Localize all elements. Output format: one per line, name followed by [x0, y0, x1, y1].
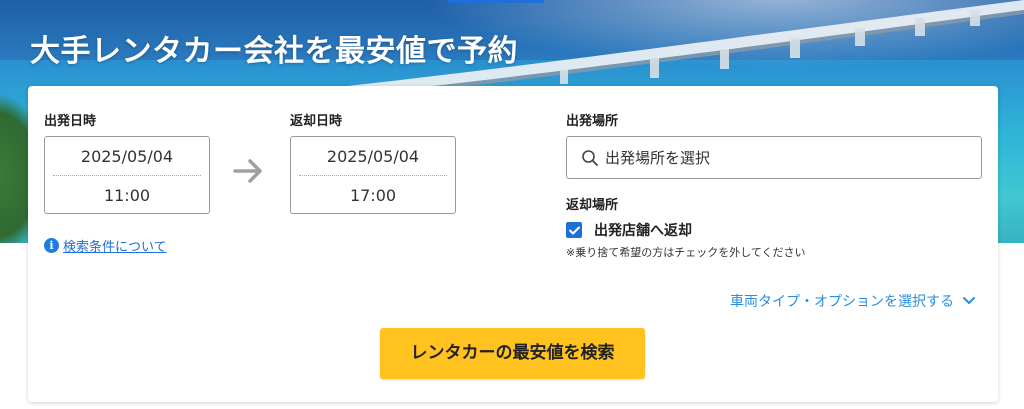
datetime-divider: [53, 175, 201, 176]
return-same-store-option[interactable]: 出発店舗へ返却: [566, 220, 692, 240]
search-conditions-link-text[interactable]: 検索条件について: [63, 236, 167, 255]
departure-datetime-field[interactable]: 2025/05/04 11:00: [44, 136, 210, 214]
datetime-divider: [299, 175, 447, 176]
chevron-down-icon: [963, 297, 975, 304]
info-icon: i: [44, 238, 59, 253]
search-lowest-price-button[interactable]: レンタカーの最安値を検索: [380, 328, 645, 379]
return-datetime-field[interactable]: 2025/05/04 17:00: [290, 136, 456, 214]
return-same-store-checkbox[interactable]: [566, 222, 582, 238]
pickup-label: 出発場所: [566, 114, 619, 129]
arrow-right-icon: [233, 159, 262, 183]
return-same-store-label[interactable]: 出発店舗へ返却: [594, 220, 692, 240]
check-icon: [568, 226, 580, 234]
departure-time[interactable]: 11:00: [45, 186, 209, 205]
search-card: 出発日時 2025/05/04 11:00 返却日時 2025/05/04 17…: [28, 86, 998, 402]
vehicle-options-toggle[interactable]: 車両タイプ・オプションを選択する: [730, 291, 976, 311]
pickup-location-input[interactable]: 出発場所を選択: [566, 136, 982, 179]
dropoff-label: 返却場所: [566, 198, 619, 213]
search-conditions-link[interactable]: i 検索条件について: [44, 236, 167, 255]
departure-label: 出発日時: [44, 114, 97, 129]
return-date[interactable]: 2025/05/04: [291, 147, 455, 166]
top-accent-bar: [448, 0, 544, 3]
pickup-location-placeholder: 出発場所を選択: [605, 149, 711, 167]
departure-date[interactable]: 2025/05/04: [45, 147, 209, 166]
search-icon: [582, 149, 598, 166]
vehicle-options-link-text[interactable]: 車両タイプ・オプションを選択する: [730, 291, 954, 311]
return-label: 返却日時: [290, 114, 343, 129]
dropoff-note: ※乗り捨て希望の方はチェックを外してください: [566, 246, 806, 259]
hero-title: 大手レンタカー会社を最安値で予約: [30, 34, 518, 69]
return-time[interactable]: 17:00: [291, 186, 455, 205]
